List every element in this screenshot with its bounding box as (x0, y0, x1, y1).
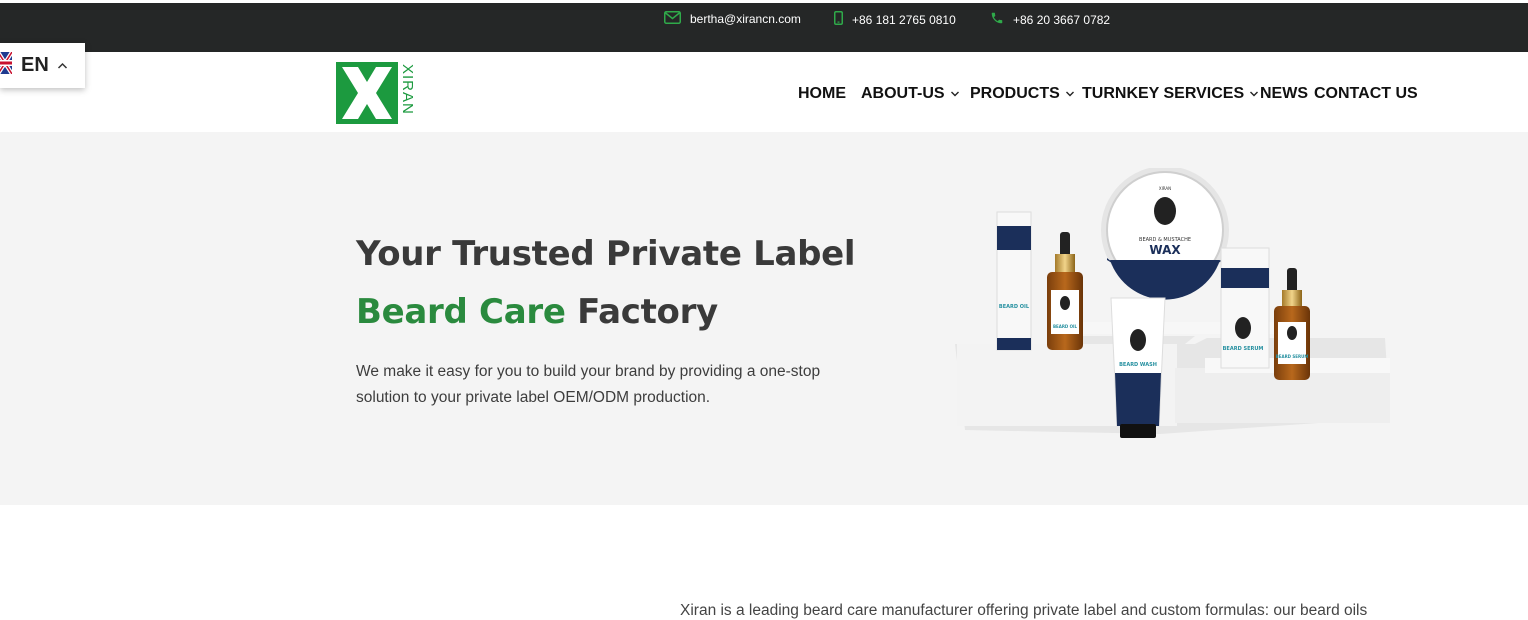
nav-contact-us[interactable]: CONTACT US (1314, 85, 1418, 103)
wash-label: BEARD WASH (1119, 362, 1157, 368)
oil-box-label: BEARD OIL (999, 304, 1030, 310)
intro-paragraph: Xiran is a leading beard care manufactur… (680, 602, 1368, 619)
phone-contact[interactable]: +86 20 3667 0782 (990, 11, 1110, 28)
chevron-up-icon (57, 57, 68, 75)
language-label: EN (21, 54, 49, 76)
nav-products-label: PRODUCTS (970, 85, 1060, 102)
envelope-icon (664, 11, 681, 27)
chevron-down-icon (1249, 85, 1259, 103)
beard-products-illustration: BEARD & MUSTACHE WAX XIRAN BEARD OIL BEA… (955, 166, 1390, 438)
site-header: XIRAN HOME ABOUT-US PRODUCTS TURNKEY SER… (0, 52, 1528, 132)
nav-news[interactable]: NEWS (1260, 85, 1308, 103)
hero-description: We make it easy for you to build your br… (356, 363, 821, 406)
oil-bottle-label: BEARD OIL (1053, 324, 1078, 329)
xiran-logo[interactable]: XIRAN (336, 62, 416, 124)
nav-turnkey-services[interactable]: TURNKEY SERVICES (1082, 85, 1259, 103)
mobile-phone-icon (834, 11, 843, 28)
logo-wordmark: XIRAN (399, 64, 416, 115)
phone-text: +86 20 3667 0782 (1013, 12, 1111, 27)
language-switcher[interactable]: EN (0, 43, 85, 88)
chevron-down-icon (950, 85, 960, 103)
email-contact[interactable]: bertha@xirancn.com (664, 11, 801, 27)
nav-about-us-label: ABOUT-US (861, 85, 945, 102)
nav-news-label: NEWS (1260, 85, 1308, 102)
hero-section: Your Trusted Private Label Beard Care Fa… (0, 132, 1528, 505)
hero-product-image: BEARD & MUSTACHE WAX XIRAN BEARD OIL BEA… (945, 166, 1395, 443)
nav-contact-label: CONTACT US (1314, 85, 1418, 102)
nav-home[interactable]: HOME (798, 85, 846, 103)
nav-home-label: HOME (798, 85, 846, 102)
nav-about-us[interactable]: ABOUT-US (861, 85, 960, 103)
mobile-text: +86 181 2765 0810 (852, 12, 956, 27)
hero-title-highlight: Beard Care (356, 292, 566, 332)
phone-icon (990, 11, 1004, 28)
hero-title-line1: Your Trusted Private Label (356, 234, 856, 274)
hero-title-line2: Beard Care Factory (356, 292, 718, 332)
chevron-down-icon (1065, 85, 1075, 103)
hero-title-rest: Factory (577, 292, 718, 332)
wax-brand: XIRAN (1159, 186, 1171, 191)
nav-products[interactable]: PRODUCTS (970, 85, 1075, 103)
wax-label: WAX (1149, 243, 1181, 257)
top-contact-bar: bertha@xirancn.com +86 181 2765 0810 +86… (0, 3, 1528, 52)
logo-mark (336, 62, 398, 124)
serum-box-label: BEARD SERUM (1223, 346, 1264, 352)
nav-turnkey-label: TURNKEY SERVICES (1082, 85, 1245, 102)
mobile-contact[interactable]: +86 181 2765 0810 (834, 11, 956, 28)
serum-bottle-label: BEARD SERUM (1276, 354, 1309, 359)
email-text: bertha@xirancn.com (690, 12, 801, 26)
uk-flag-icon (0, 50, 14, 79)
